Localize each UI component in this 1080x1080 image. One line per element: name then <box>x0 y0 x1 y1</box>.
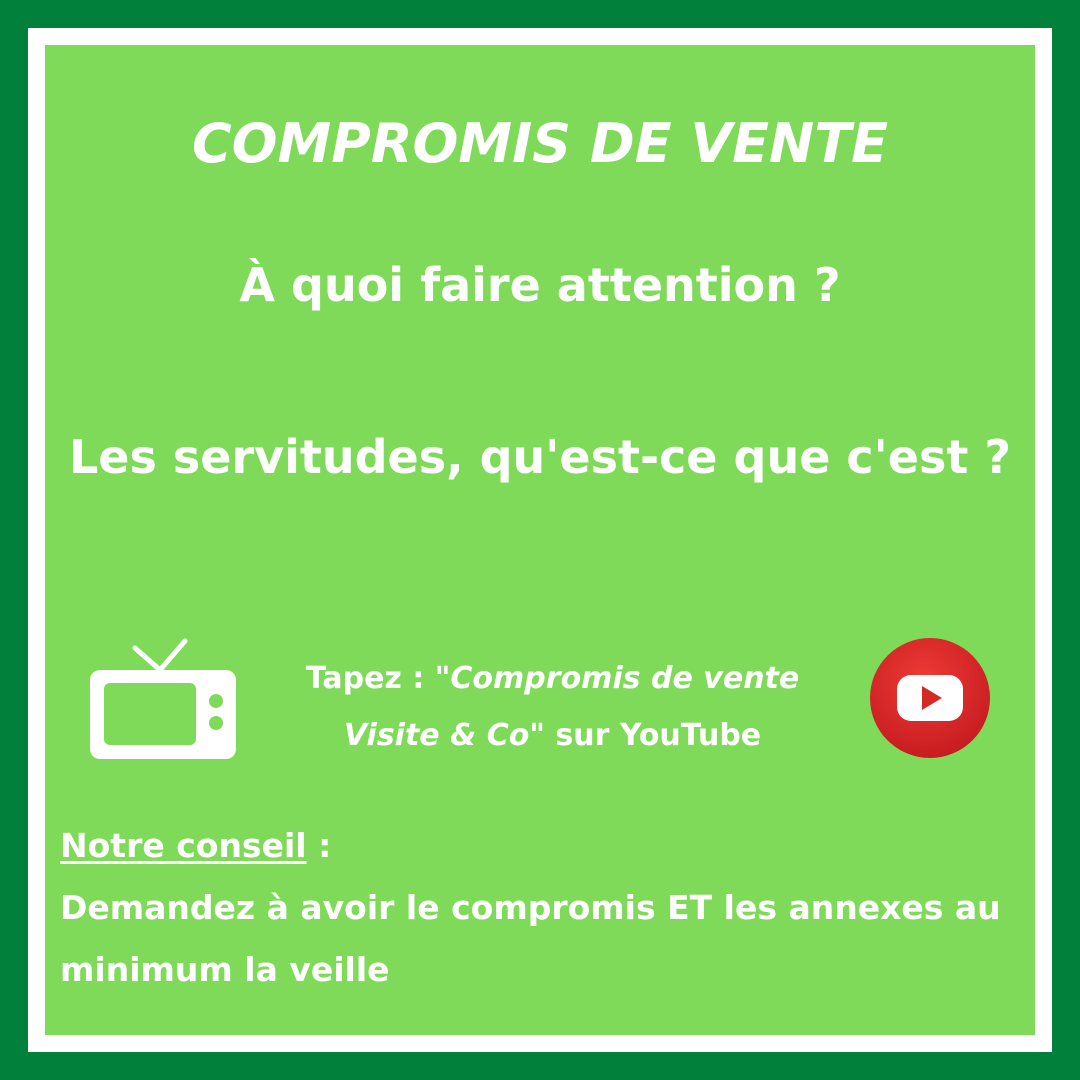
instruction-suffix: sur YouTube <box>544 718 762 753</box>
search-term-line1: "Compromis de vente <box>434 661 800 696</box>
advice-label: Notre conseil <box>60 826 307 865</box>
page-title: COMPROMIS DE VENTE <box>192 112 888 175</box>
instruction-prefix: Tapez : <box>305 661 435 696</box>
youtube-icon <box>870 638 990 758</box>
advice-separator: : <box>306 826 332 865</box>
content-panel: COMPROMIS DE VENTE À quoi faire attentio… <box>45 45 1035 1035</box>
question-attention: À quoi faire attention ? <box>239 258 841 312</box>
advice-block: Notre conseil : Demandez à avoir le comp… <box>60 815 1025 1001</box>
tv-icon <box>90 638 236 759</box>
advice-text: Demandez à avoir le compromis ET les ann… <box>60 888 1001 989</box>
search-term-line2: Visite & Co" <box>343 718 545 753</box>
youtube-search-instruction: Tapez : "Compromis de vente Visite & Co"… <box>270 650 835 764</box>
question-servitudes: Les servitudes, qu'est-ce que c'est ? <box>68 430 1012 484</box>
